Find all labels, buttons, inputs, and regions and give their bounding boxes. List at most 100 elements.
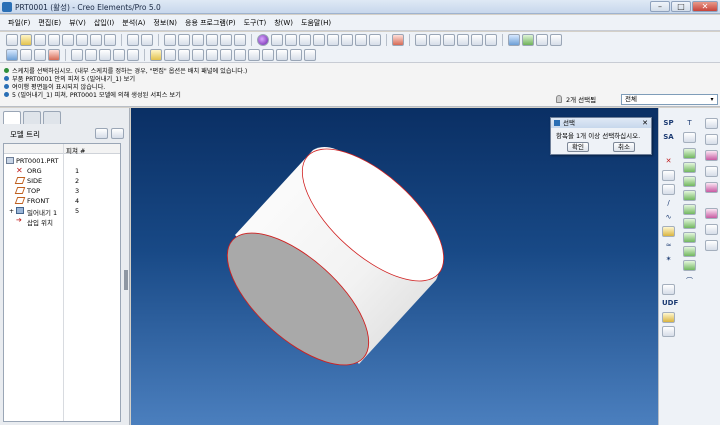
solidify-tool-icon[interactable] [705,240,718,251]
csys-display-icon[interactable] [457,34,469,46]
round-tool-icon[interactable] [683,132,696,143]
shell-tool-icon[interactable] [683,148,696,159]
datum-plane-display-icon[interactable] [415,34,427,46]
thicken-tool-icon[interactable] [705,224,718,235]
sketch-tool-icon[interactable] [662,226,675,237]
menu-insert[interactable]: 삽입(I) [90,18,118,28]
graphics-window[interactable] [131,108,658,425]
datum-point-display-icon[interactable] [443,34,455,46]
paste-icon[interactable] [192,34,204,46]
mirror-tool-icon[interactable]: ✶ [662,254,675,265]
paste-tool-icon[interactable] [662,326,675,337]
spin-center-icon[interactable] [271,34,283,46]
model-player-icon[interactable] [508,34,520,46]
save-asm-icon[interactable] [62,34,74,46]
regenerate-icon[interactable] [220,34,232,46]
intersect-tool-icon[interactable] [705,150,718,161]
cosmetic-tool-icon[interactable] [705,134,718,145]
save-drw-icon[interactable] [76,34,88,46]
sphere-icon[interactable] [257,34,269,46]
annotation-tool-icon[interactable] [662,284,675,295]
refit-icon[interactable] [299,34,311,46]
close-button[interactable]: ✕ [692,1,718,12]
menu-tools[interactable]: 도구(T) [240,18,271,28]
hole-tool-icon[interactable]: T [683,118,696,129]
context-help-icon[interactable] [392,34,404,46]
merge-tool-icon[interactable] [683,260,696,271]
menu-window[interactable]: 창(W) [270,18,297,28]
rib-tool-icon[interactable] [683,162,696,173]
tree-item-insert-here[interactable]: ➔ 삽입 위치 [4,216,120,228]
select-box-icon[interactable] [234,34,246,46]
no-hidden-icon[interactable] [99,48,111,61]
sketched-point-tool[interactable]: SP [662,118,675,129]
undo-icon[interactable] [127,34,139,46]
udf-tool[interactable]: UDF [662,298,678,309]
appearance-icon[interactable] [34,48,46,61]
cylinder-model[interactable] [131,108,658,425]
extrude-tool-icon[interactable] [683,190,696,201]
parameters-icon[interactable] [276,48,288,61]
draft-tool-icon[interactable] [683,176,696,187]
tree-item-side[interactable]: SIDE 2 [4,176,120,186]
tab-favorites[interactable] [43,111,61,124]
paste-special-icon[interactable] [206,34,218,46]
tree-item-front[interactable]: FRONT 4 [4,196,120,206]
axis-icon[interactable] [178,48,190,61]
cancel-button[interactable]: 취소 [613,142,635,152]
curve-icon[interactable] [220,48,232,61]
maximize-button[interactable]: □ [671,1,691,12]
color-palette-icon[interactable] [48,48,60,61]
menu-applications[interactable]: 응용 프로그램(P) [181,18,240,28]
boundary-blend-tool-icon[interactable] [705,182,718,193]
tree-item-top[interactable]: TOP 3 [4,186,120,196]
copy-tool-icon[interactable] [662,312,675,323]
settings-icon[interactable] [95,128,108,139]
zoom-in-icon[interactable] [313,34,325,46]
family-table-icon[interactable] [290,48,302,61]
wireframe-icon[interactable] [71,48,83,61]
analysis-feature-icon[interactable] [234,48,246,61]
shading-icon[interactable] [113,48,125,61]
reference-icon[interactable] [248,48,260,61]
plane-tool-icon[interactable] [662,170,675,181]
web-browser-icon[interactable] [522,34,534,46]
csys-tool-icon[interactable]: ✕ [662,156,675,167]
expand-icon[interactable]: + [9,208,14,215]
pattern-tool-icon[interactable] [683,246,696,257]
datum-axis-display-icon[interactable] [429,34,441,46]
open-file-icon[interactable] [20,34,32,46]
trim-tool-icon[interactable]: ⌒ [683,276,696,287]
show-icon[interactable] [111,128,124,139]
curve-tool-icon[interactable]: ∿ [662,212,675,223]
style-tool-icon[interactable] [705,208,718,219]
saved-views-icon[interactable] [369,34,381,46]
tree-item-extrude[interactable]: + 밀어내기 1 5 [4,206,120,217]
tree-root[interactable]: PRT0001.PRT [4,156,120,166]
copy-icon[interactable] [178,34,190,46]
annotation-display-icon[interactable] [471,34,483,46]
new-file-icon[interactable] [6,34,18,46]
spline-tool-icon[interactable]: ≈ [662,240,675,251]
save-icon[interactable] [34,34,46,46]
save-prt-icon[interactable] [48,34,60,46]
menu-edit[interactable]: 편집(E) [34,18,65,28]
redo-icon[interactable] [141,34,153,46]
menu-view[interactable]: 뷰(V) [65,18,90,28]
chevron-down-icon[interactable]: ▾ [708,96,716,103]
fit-view-icon[interactable] [341,34,353,46]
menu-help[interactable]: 도움말(H) [297,18,335,28]
enhanced-realism-icon[interactable] [127,48,139,61]
email-icon[interactable] [104,34,116,46]
offset-tool-icon[interactable] [705,166,718,177]
close-window-icon[interactable] [550,34,562,46]
orient-icon[interactable] [285,34,297,46]
menu-file[interactable]: 파일(F) [4,18,34,28]
tree-item-org[interactable]: ✕ ORG 1 [4,166,120,176]
cut-icon[interactable] [164,34,176,46]
menu-info[interactable]: 정보(N) [149,18,181,28]
print-icon[interactable] [90,34,102,46]
chamfer-tool-icon[interactable] [705,118,718,129]
minimize-button[interactable]: – [650,1,670,12]
close-icon[interactable] [304,48,316,61]
